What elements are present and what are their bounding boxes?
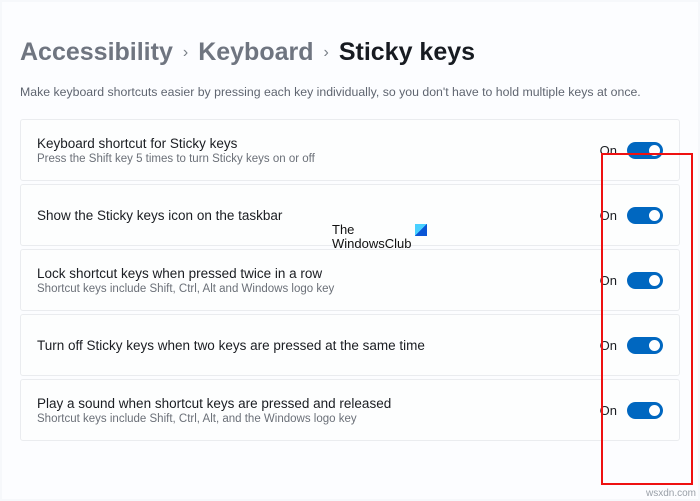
toggle-lock-keys[interactable]: [627, 272, 663, 289]
chevron-right-icon: ›: [183, 44, 188, 62]
row-keyboard-shortcut: Keyboard shortcut for Sticky keys Press …: [20, 119, 680, 181]
row-title: Keyboard shortcut for Sticky keys: [37, 136, 600, 151]
settings-list: Keyboard shortcut for Sticky keys Press …: [20, 119, 680, 441]
toggle-state-label: On: [600, 143, 617, 158]
settings-panel: Accessibility › Keyboard › Sticky keys M…: [2, 2, 698, 499]
toggle-play-sound[interactable]: [627, 402, 663, 419]
row-title: Show the Sticky keys icon on the taskbar: [37, 208, 600, 223]
row-text: Show the Sticky keys icon on the taskbar: [37, 208, 600, 223]
row-turn-off-two-keys: Turn off Sticky keys when two keys are p…: [20, 314, 680, 376]
row-text: Keyboard shortcut for Sticky keys Press …: [37, 136, 600, 165]
toggle-state-label: On: [600, 273, 617, 288]
row-text: Lock shortcut keys when pressed twice in…: [37, 266, 600, 295]
row-text: Play a sound when shortcut keys are pres…: [37, 396, 600, 425]
crumb-sticky-keys: Sticky keys: [339, 38, 475, 67]
row-subtitle: Shortcut keys include Shift, Ctrl, Alt, …: [37, 413, 600, 425]
toggle-taskbar-icon[interactable]: [627, 207, 663, 224]
row-taskbar-icon: Show the Sticky keys icon on the taskbar…: [20, 184, 680, 246]
chevron-right-icon: ›: [324, 44, 329, 62]
toggle-turn-off-two-keys[interactable]: [627, 337, 663, 354]
source-label: wsxdn.com: [646, 488, 696, 499]
row-title: Turn off Sticky keys when two keys are p…: [37, 338, 600, 353]
row-title: Play a sound when shortcut keys are pres…: [37, 396, 600, 411]
row-play-sound: Play a sound when shortcut keys are pres…: [20, 379, 680, 441]
row-lock-keys: Lock shortcut keys when pressed twice in…: [20, 249, 680, 311]
toggle-state-label: On: [600, 338, 617, 353]
row-title: Lock shortcut keys when pressed twice in…: [37, 266, 600, 281]
row-subtitle: Shortcut keys include Shift, Ctrl, Alt a…: [37, 283, 600, 295]
crumb-accessibility[interactable]: Accessibility: [20, 38, 173, 67]
toggle-state-label: On: [600, 208, 617, 223]
page-description: Make keyboard shortcuts easier by pressi…: [20, 85, 680, 99]
crumb-keyboard[interactable]: Keyboard: [198, 38, 313, 67]
row-text: Turn off Sticky keys when two keys are p…: [37, 338, 600, 353]
breadcrumb: Accessibility › Keyboard › Sticky keys: [20, 38, 680, 67]
toggle-keyboard-shortcut[interactable]: [627, 142, 663, 159]
row-subtitle: Press the Shift key 5 times to turn Stic…: [37, 153, 600, 165]
toggle-state-label: On: [600, 403, 617, 418]
